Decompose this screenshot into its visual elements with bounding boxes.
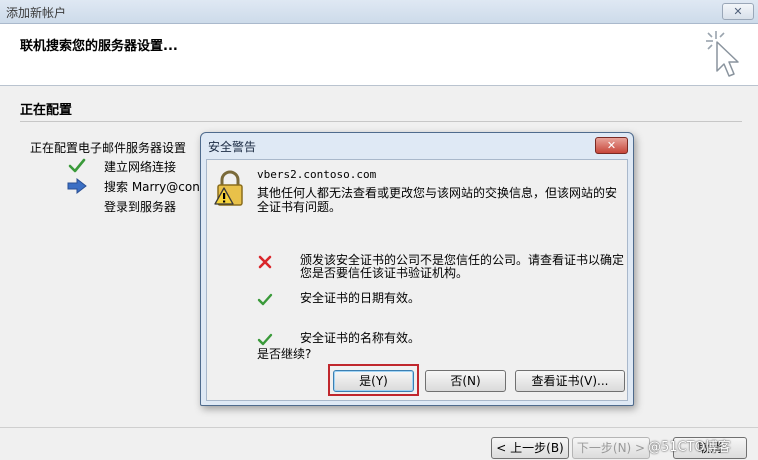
progress-step-label: 搜索 Marry@contoso.com 服务器设置 (104, 180, 206, 194)
watermark: @51CTO博客 (648, 440, 731, 455)
cert-check-text: 安全证书的日期有效。 (300, 291, 421, 305)
cursor-sparkle-icon (706, 31, 739, 77)
progress-intro: 正在配置电子邮件服务器设置 (30, 141, 187, 155)
cert-check-date: 安全证书的日期有效。 (257, 292, 627, 308)
wizard-header: 联机搜索您的服务器设置... (0, 24, 758, 86)
cert-check-text: 颁发该安全证书的公司不是您信任的公司。请查看证书以确定您是否要信任该证书验证机构… (300, 253, 625, 280)
red-x-icon (258, 255, 272, 269)
cert-check-name: 安全证书的名称有效。 (257, 332, 627, 348)
check-icon (68, 158, 86, 173)
back-button[interactable]: < 上一步(B) (491, 437, 569, 459)
dialog-title: 安全警告 (208, 140, 257, 154)
lock-warning-icon (214, 170, 243, 206)
dialog-body: vbers2.contoso.com 其他任何人都无法查看或更改您与该网站的交换… (206, 159, 628, 401)
header-title: 联机搜索您的服务器设置... (20, 39, 178, 54)
green-check-icon (257, 293, 273, 306)
arrow-right-icon (67, 177, 87, 195)
dialog-close-button[interactable]: ✕ (595, 137, 628, 154)
progress-step-label: 登录到服务器 (104, 200, 177, 214)
cert-check-issuer: 颁发该安全证书的公司不是您信任的公司。请查看证书以确定您是否要信任该证书验证机构… (257, 254, 627, 282)
no-button[interactable]: 否(N) (425, 370, 506, 392)
dialog-host: vbers2.contoso.com (257, 168, 377, 181)
section-title: 正在配置 (20, 103, 73, 118)
window-titlebar: 添加新帐户 ✕ (0, 0, 758, 24)
section-divider (20, 121, 742, 122)
yes-button[interactable]: 是(Y) (333, 370, 414, 392)
security-alert-dialog: 安全警告 ✕ vbers2.contoso.com 其他任何人都无法查看或更改您… (200, 132, 634, 406)
cert-check-text: 安全证书的名称有效。 (300, 331, 421, 345)
progress-step-network: 建立网络连接 (66, 157, 206, 175)
window-title: 添加新帐户 (6, 6, 67, 20)
view-certificate-button[interactable]: 查看证书(V)... (515, 370, 625, 392)
window-close-button[interactable]: ✕ (722, 3, 754, 20)
dialog-question: 是否继续? (257, 347, 312, 361)
footer-divider (0, 427, 758, 428)
progress-step-search: 搜索 Marry@contoso.com 服务器设置 (66, 177, 206, 195)
next-button[interactable]: 下一步(N) > (572, 437, 650, 459)
progress-step-login: 登录到服务器 (66, 197, 206, 215)
dialog-message: 其他任何人都无法查看或更改您与该网站的交换信息，但该网站的安全证书有问题。 (257, 186, 618, 214)
progress-step-label: 建立网络连接 (104, 160, 177, 174)
